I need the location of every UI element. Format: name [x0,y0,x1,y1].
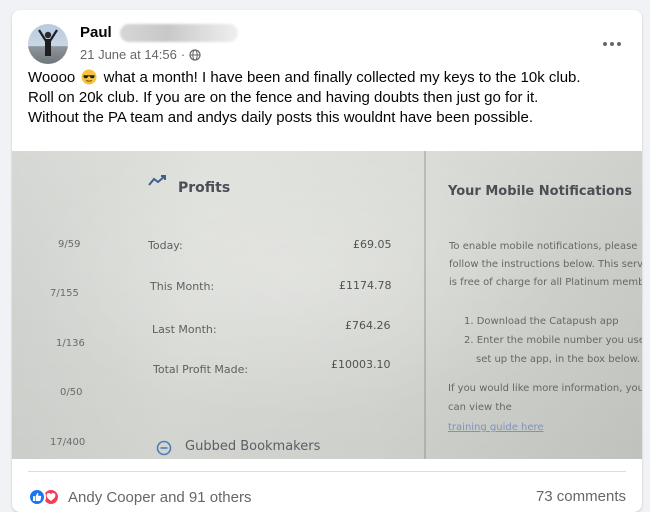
globe-icon[interactable] [189,48,201,61]
notification-line: 1. Download the Catapush app [464,316,619,327]
left-count: 1/136 [56,338,85,349]
profits-title: Profits [178,180,231,196]
notification-line: is free of charge for all Platinum membe [449,277,642,288]
post-line-1-end: what a month! I have been and finally co… [103,69,581,86]
post-line-1-start: Woooo [28,69,76,86]
author-avatar[interactable] [28,24,68,64]
left-count: 9/59 [58,239,81,250]
training-guide-link: training guide here [448,422,544,433]
notifications-title: Your Mobile Notifications [448,184,632,199]
post-line-3: Without the PA team and andys daily post… [28,109,534,126]
profit-row-label: Total Profit Made: [153,363,249,376]
post-line-1: Woooo what a month! I have been and fina… [28,68,628,88]
gubbed-bookmakers-title: Gubbed Bookmakers [185,439,321,454]
profit-row-label: Last Month: [152,323,217,336]
post-line-2: Roll on 20k club. If you are on the fenc… [28,89,539,106]
notification-line: To enable mobile notifications, please [449,241,638,252]
redacted-surname [120,24,238,42]
profit-row-label: This Month: [150,280,215,293]
like-icon [28,488,46,506]
notification-line: set up the app, in the box below. [476,354,641,365]
notification-line: can view the [448,402,512,413]
dot-icon [610,42,614,46]
left-count: 7/155 [50,288,79,299]
reactors-text[interactable]: Andy Cooper and 91 others [68,489,251,506]
profit-row-value: £10003.10 [331,358,391,371]
collapse-circle-icon [156,440,172,456]
profit-row-value: £69.05 [353,238,392,251]
reactions-summary[interactable]: Andy Cooper and 91 others [28,488,251,506]
profit-row-value: £1174.78 [339,279,392,292]
dot-icon [617,42,621,46]
meta-separator: · [180,47,186,62]
post-header: Paul 21 June at 14:56 · [28,22,626,66]
left-count: 17/400 [50,437,86,448]
post-body: Woooo what a month! I have been and fina… [28,68,628,128]
facebook-post-card: Paul 21 June at 14:56 · Woooo what a mon… [12,10,642,512]
notification-line: 2. Enter the mobile number you used [464,335,642,346]
notification-line: If you would like more information, you [448,383,642,394]
dot-icon [603,42,607,46]
post-meta: 21 June at 14:56 · [80,47,201,62]
post-footer: Andy Cooper and 91 others 73 comments [28,471,626,507]
comments-count[interactable]: 73 comments [536,488,626,505]
sunglasses-emoji-icon [81,69,97,85]
photo-column-divider [424,151,426,459]
author-name[interactable]: Paul [80,24,112,41]
profit-row-value: £764.26 [345,319,391,332]
post-timestamp[interactable]: 21 June at 14:56 [80,47,177,62]
profit-row-label: Today: [148,239,183,252]
left-count: 0/50 [60,387,83,398]
trend-up-icon [148,175,166,186]
more-options-button[interactable] [594,32,630,56]
post-photo[interactable]: Profits 9/59 7/155 1/136 0/50 17/400 Tod… [12,151,642,459]
notification-line: follow the instructions below. This serv… [449,259,642,270]
avatar-person-icon [38,29,58,56]
